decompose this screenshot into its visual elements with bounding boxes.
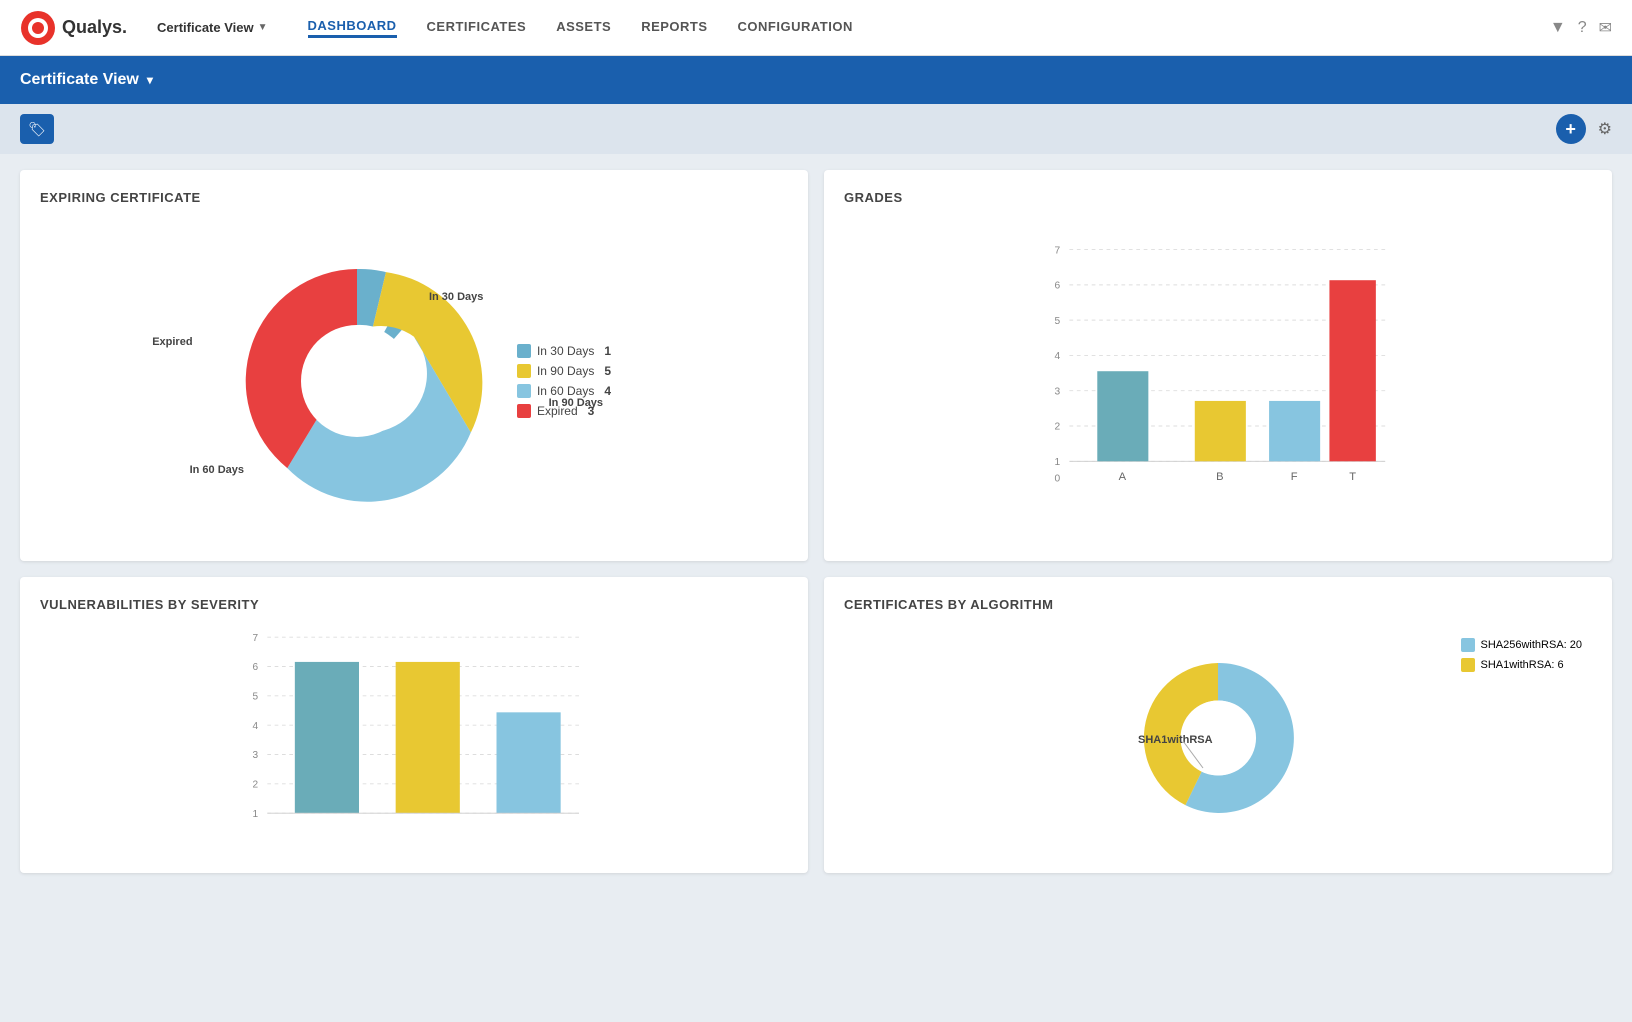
legend-90days: In 90 Days 5 [517,364,611,378]
sub-bar-right: + ⚙ [1556,114,1612,144]
grades-title: GRADES [844,190,1592,205]
alg-color-sha256 [1461,638,1475,652]
nav-right: ▼ ? ✉ [1550,18,1612,38]
label-expired: Expired [152,336,192,348]
v-ylabel-6: 6 [253,662,259,673]
ylabel-6: 6 [1054,281,1060,292]
alg-color-sha1 [1461,658,1475,672]
label-60days: In 60 Days [190,464,244,476]
ylabel-2: 2 [1054,422,1060,433]
donut-hole [301,325,413,437]
sub-bar: 🏷 + ⚙ [0,104,1632,154]
expiring-certificate-card: EXPIRING CERTIFICATE [20,170,808,561]
app-name[interactable]: Certificate View ▼ [157,20,268,35]
alg-legend-sha1: SHA1withRSA: 6 [1461,658,1583,672]
v-ylabel-3: 3 [253,750,259,761]
bar-s3[interactable] [497,712,561,813]
bar-A[interactable] [1097,371,1148,461]
blue-bar-title-text: Certificate View [20,71,139,89]
vulnerabilities-bar-chart: 7 6 5 4 3 2 1 [50,628,778,848]
logo-text: Qualys. [62,17,127,38]
tag-button[interactable]: 🏷 [20,114,54,144]
ylabel-5: 5 [1054,316,1060,327]
ylabel-1: 1 [1054,457,1060,468]
legend-60days: In 60 Days 4 [517,384,611,398]
vuln-chart-wrapper: 7 6 5 4 3 2 1 [40,628,788,853]
blue-bar-title[interactable]: Certificate View ▾ [20,71,153,89]
alg-donut-chart: SHA1withRSA [1108,638,1328,838]
app-name-arrow: ▼ [258,22,268,33]
label-30days: In 30 Days [429,291,483,303]
grades-chart-wrapper: 7 6 5 4 3 2 1 0 A B F [844,221,1592,496]
alg-legend-sha256: SHA256withRSA: 20 [1461,638,1583,652]
logo-area: Qualys. [20,10,127,46]
nav-certificates[interactable]: CERTIFICATES [427,19,527,36]
bar-T[interactable] [1329,280,1375,461]
ylabel-3: 3 [1054,386,1060,397]
dropdown-icon[interactable]: ▼ [1550,19,1566,37]
ylabel-7: 7 [1054,245,1060,256]
blue-bar-chevron: ▾ [147,73,153,87]
bar-s2[interactable] [396,662,460,813]
nav-dashboard[interactable]: DASHBOARD [308,18,397,38]
legend-color-30days [517,344,531,358]
nav-links: DASHBOARD CERTIFICATES ASSETS REPORTS CO… [308,18,1550,38]
donut-segments [246,269,483,502]
xlabel-T: T [1349,471,1356,483]
ylabel-0: 0 [1054,474,1060,485]
vulnerabilities-card: VULNERABILITIES BY SEVERITY 7 6 5 4 3 2 … [20,577,808,873]
top-nav: Qualys. Certificate View ▼ DASHBOARD CER… [0,0,1632,56]
certificates-algorithm-title: CERTIFICATES BY ALGORITHM [844,597,1592,612]
label-90days: In 90 Days [549,397,603,409]
legend-color-60days [517,384,531,398]
xlabel-F: F [1291,471,1298,483]
alg-legend: SHA256withRSA: 20 SHA1withRSA: 6 [1461,638,1583,672]
email-icon[interactable]: ✉ [1599,18,1612,38]
legend-color-90days [517,364,531,378]
gear-icon: ⚙ [1598,121,1612,138]
vulnerabilities-title: VULNERABILITIES BY SEVERITY [40,597,788,612]
alg-label-sha1: SHA1withRSA [1138,734,1213,746]
v-ylabel-5: 5 [253,692,259,703]
settings-button[interactable]: ⚙ [1598,119,1612,139]
help-icon[interactable]: ? [1578,19,1587,37]
grades-card: GRADES 7 6 5 4 3 2 1 0 [824,170,1612,561]
add-icon: + [1565,119,1576,140]
qualys-logo-icon [20,10,56,46]
legend-color-expired [517,404,531,418]
v-ylabel-1: 1 [253,809,259,820]
expiring-donut-container: In 30 Days In 90 Days In 60 Days Expired… [40,221,788,541]
nav-reports[interactable]: REPORTS [641,19,707,36]
bar-B[interactable] [1195,401,1246,461]
alg-donut-container: SHA256withRSA: 20 SHA1withRSA: 6 [844,628,1592,848]
bar-F[interactable] [1269,401,1320,461]
expiring-donut-chart [217,241,497,521]
expiring-certificate-title: EXPIRING CERTIFICATE [40,190,788,205]
dashboard: EXPIRING CERTIFICATE [0,154,1632,889]
nav-assets[interactable]: ASSETS [556,19,611,36]
nav-configuration[interactable]: CONFIGURATION [738,19,853,36]
v-ylabel-2: 2 [253,780,259,791]
grades-bar-chart: 7 6 5 4 3 2 1 0 A B F [864,231,1572,491]
add-widget-button[interactable]: + [1556,114,1586,144]
ylabel-4: 4 [1054,351,1060,362]
app-name-label: Certificate View [157,20,254,35]
bar-s1[interactable] [295,662,359,813]
blue-bar: Certificate View ▾ [0,56,1632,104]
legend-30days: In 30 Days 1 [517,344,611,358]
v-ylabel-4: 4 [253,721,259,732]
v-ylabel-7: 7 [253,633,259,644]
xlabel-B: B [1216,471,1223,483]
xlabel-A: A [1119,471,1127,483]
tag-icon: 🏷 [28,121,46,138]
certificates-algorithm-card: CERTIFICATES BY ALGORITHM SHA256withRSA:… [824,577,1612,873]
